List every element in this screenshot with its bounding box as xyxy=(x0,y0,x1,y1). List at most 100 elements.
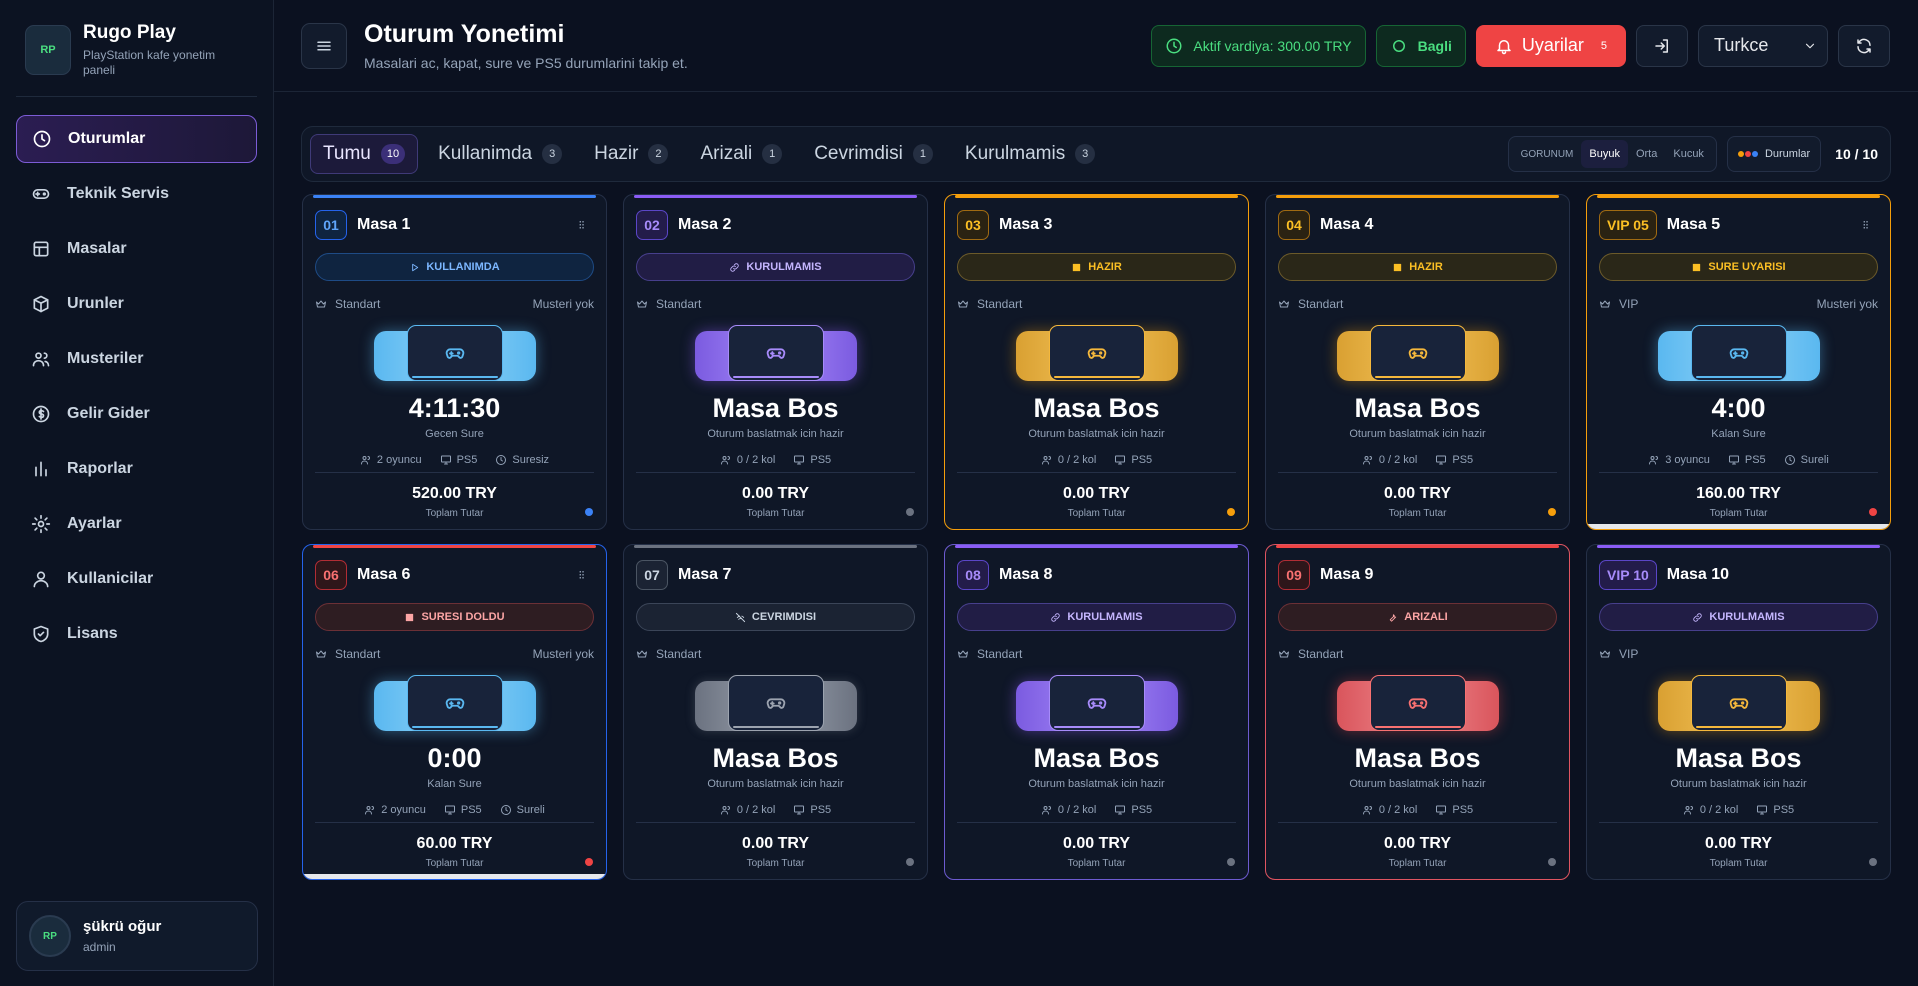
drag-handle-icon[interactable]: ⁝⁝ xyxy=(578,568,585,582)
table-number: 09 xyxy=(1278,560,1310,590)
refresh-button[interactable] xyxy=(1838,24,1890,67)
tab-label: Kurulmamis xyxy=(964,143,1066,164)
sidebar-item-oturumlar[interactable]: Oturumlar xyxy=(16,115,257,163)
menu-toggle-button[interactable] xyxy=(301,22,347,69)
clock-icon xyxy=(1784,455,1795,465)
session-time-label: Gecen Sure xyxy=(425,428,484,440)
table-card[interactable]: 01 Masa 1 ⁝⁝ KULLANIMDA Standart Musteri yok 4… xyxy=(302,194,607,530)
tab-arizali[interactable]: Arizali 1 xyxy=(688,134,794,174)
page-count: 10 / 10 xyxy=(1835,146,1878,162)
sidebar-item-lisans[interactable]: Lisans xyxy=(16,610,257,658)
drag-handle-icon[interactable]: ⁝⁝ xyxy=(1862,218,1869,232)
status-dot xyxy=(1869,508,1877,516)
table-card[interactable]: 04 Masa 4 HAZIR Standart Masa Bos Oturum basl… xyxy=(1265,194,1570,530)
total-label: Toplam Tutar xyxy=(1067,508,1126,519)
customer-info: Musteri yok xyxy=(532,297,594,311)
tab-kurulmamis[interactable]: Kurulmamis 3 xyxy=(953,134,1107,174)
status-text: CEVRIMDISI xyxy=(751,611,817,623)
table-card[interactable]: 06 Masa 6 ⁝⁝ SURESI DOLDU Standart Musteri yo… xyxy=(302,544,607,880)
total-label: Toplam Tutar xyxy=(425,508,484,519)
status-dot xyxy=(1548,858,1556,866)
tab-label: Arizali xyxy=(700,143,753,164)
status-accent-line xyxy=(1276,545,1559,548)
console-info: PS5 xyxy=(460,804,482,816)
monitor-icon xyxy=(1115,455,1126,465)
gamepad-icon xyxy=(1729,348,1748,359)
user-profile[interactable]: RP şükrü oğur admin xyxy=(16,901,258,971)
menu-icon xyxy=(317,41,331,50)
empty-title: Masa Bos xyxy=(712,743,839,773)
sidebar-item-ayarlar[interactable]: Ayarlar xyxy=(16,500,257,548)
logout-button[interactable] xyxy=(1636,24,1688,67)
status-accent-line xyxy=(1276,195,1559,198)
status-accent-line xyxy=(955,195,1238,198)
box-icon xyxy=(33,295,49,313)
total-amount: 0.00 TRY xyxy=(1063,835,1130,852)
page-subtitle: Masalari ac, kapat, sure ve PS5 durumlar… xyxy=(364,55,688,71)
console-info: PS5 xyxy=(810,454,832,466)
table-name: Masa 3 xyxy=(999,216,1053,233)
status-dot xyxy=(1227,858,1235,866)
table-card[interactable]: 07 Masa 7 CEVRIMDISI Standart Masa Bos Oturum… xyxy=(623,544,928,880)
total-label: Toplam Tutar xyxy=(425,858,484,869)
sidebar: RP Rugo Play PlayStation kafe yonetim pa… xyxy=(0,0,274,986)
tab-tumu[interactable]: Tumu 10 xyxy=(310,134,419,174)
language-select[interactable]: Turkce xyxy=(1698,24,1828,67)
status-legend-button[interactable]: Durumlar xyxy=(1726,136,1822,172)
status-badge: KURULMAMIS xyxy=(1599,603,1878,631)
table-card[interactable]: 03 Masa 3 HAZIR Standart Masa Bos Oturum basl… xyxy=(944,194,1249,530)
sidebar-item-raporlar[interactable]: Raporlar xyxy=(16,445,257,493)
alerts-button[interactable]: Uyarilar 5 xyxy=(1475,24,1626,67)
tab-label: Kullanimda xyxy=(438,143,533,164)
sidebar-item-kullanicilar[interactable]: Kullanicilar xyxy=(16,555,257,603)
sidebar-item-label: Gelir Gider xyxy=(67,405,150,422)
status-dots-icon xyxy=(1737,148,1759,160)
user-role: admin xyxy=(83,940,116,954)
topbar: Oturum Yonetimi Masalari ac, kapat, sure… xyxy=(274,0,1918,92)
status-badge: CEVRIMDISI xyxy=(636,603,915,631)
monitor-icon xyxy=(1436,805,1447,815)
sidebar-item-urunler[interactable]: Urunler xyxy=(16,280,257,328)
ps5-console-visual xyxy=(1015,675,1178,735)
link-icon xyxy=(730,262,740,272)
table-number: 03 xyxy=(957,210,989,240)
status-dot xyxy=(1227,508,1235,516)
view-option-large[interactable]: Buyuk xyxy=(1581,140,1628,168)
total-amount: 0.00 TRY xyxy=(742,485,809,502)
sidebar-item-teknik-servis[interactable]: Teknik Servis xyxy=(16,170,257,218)
table-card[interactable]: 02 Masa 2 KURULMAMIS Standart Masa Bos Oturum… xyxy=(623,194,928,530)
players-info: 0 / 2 kol xyxy=(736,454,776,466)
square-icon xyxy=(1073,263,1081,271)
sidebar-item-gelir-gider[interactable]: Gelir Gider xyxy=(16,390,257,438)
status-dot xyxy=(1869,858,1877,866)
console-info: PS5 xyxy=(456,454,478,466)
tab-label: Hazir xyxy=(594,143,639,164)
empty-title: Masa Bos xyxy=(1033,393,1160,423)
status-accent-line xyxy=(955,545,1238,548)
active-shift-badge: Aktif vardiya: 300.00 TRY xyxy=(1151,24,1366,67)
drag-handle-icon[interactable]: ⁝⁝ xyxy=(578,218,585,232)
total-label: Toplam Tutar xyxy=(1388,508,1447,519)
table-card[interactable]: 08 Masa 8 KURULMAMIS Standart Masa Bos Oturum… xyxy=(944,544,1249,880)
tab-kullanimda[interactable]: Kullanimda 3 xyxy=(426,134,574,174)
users-icon xyxy=(1649,456,1659,465)
user-icon xyxy=(33,571,49,588)
sidebar-item-musteriler[interactable]: Musteriler xyxy=(16,335,257,383)
players-info: 2 oyuncu xyxy=(381,804,426,816)
crown-icon xyxy=(1600,300,1610,308)
tab-hazir[interactable]: Hazir 2 xyxy=(582,134,680,174)
brand-name: Rugo Play xyxy=(83,22,176,43)
tab-cevrimdisi[interactable]: Cevrimdisi 1 xyxy=(802,134,945,174)
link-icon xyxy=(1693,612,1703,622)
table-card[interactable]: VIP 10 Masa 10 KURULMAMIS VIP Masa Bos Oturum… xyxy=(1586,544,1891,880)
table-card[interactable]: 09 Masa 9 ARIZALI Standart Masa Bos Oturum ba… xyxy=(1265,544,1570,880)
sidebar-item-masalar[interactable]: Masalar xyxy=(16,225,257,273)
players-info: 0 / 2 kol xyxy=(1057,454,1097,466)
tab-label: Cevrimdisi xyxy=(814,143,903,164)
view-option-medium[interactable]: Orta xyxy=(1628,140,1665,168)
view-option-small[interactable]: Kucuk xyxy=(1665,140,1712,168)
page-title: Oturum Yonetimi xyxy=(364,20,565,48)
table-card[interactable]: VIP 05 Masa 5 ⁝⁝ SURE UYARISI VIP Musteri yok… xyxy=(1586,194,1891,530)
empty-subtitle: Oturum baslatmak icin hazir xyxy=(707,778,844,790)
status-badge: KURULMAMIS xyxy=(957,603,1236,631)
